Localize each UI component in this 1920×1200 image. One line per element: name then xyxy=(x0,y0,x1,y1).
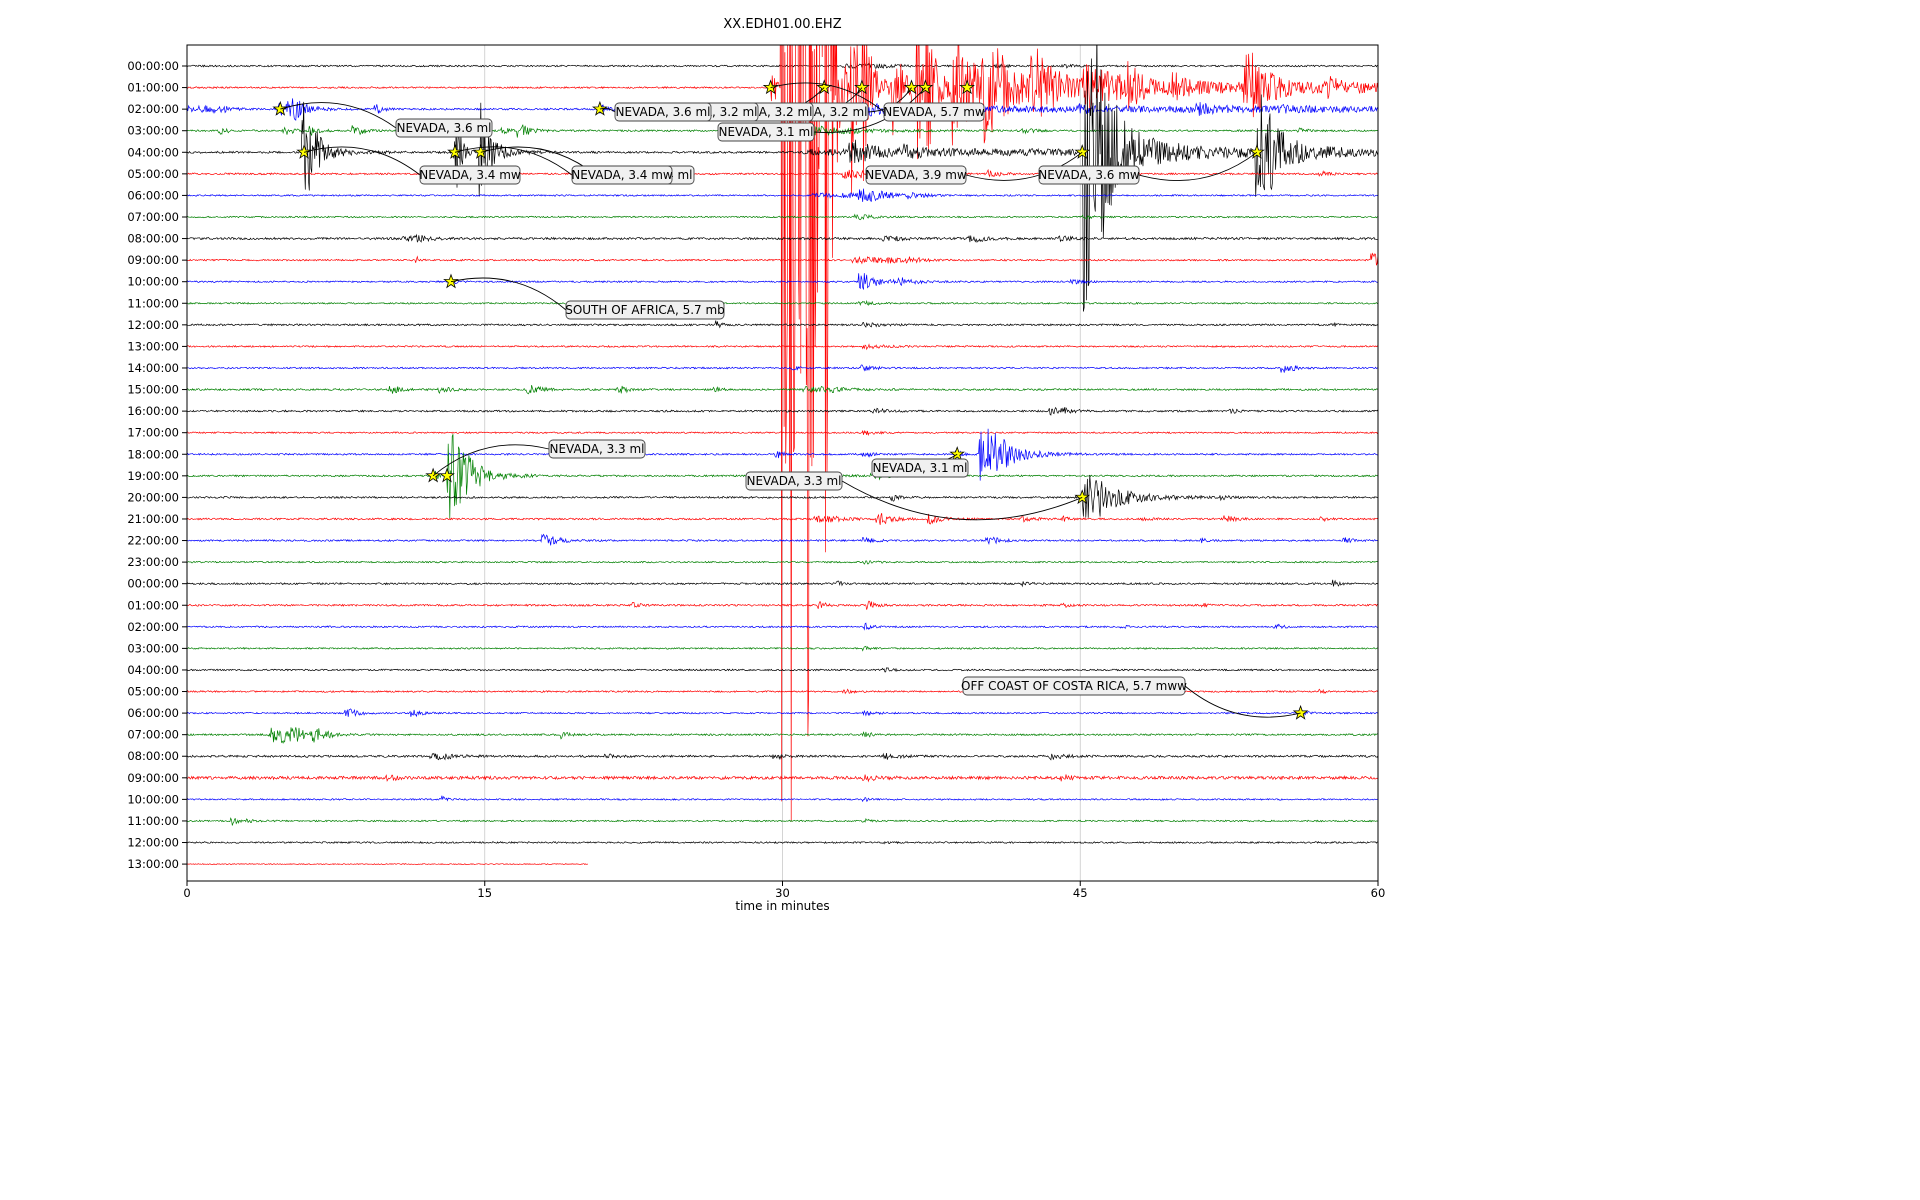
y-tick-label: 20:00:00 xyxy=(127,490,179,504)
x-tick-label: 30 xyxy=(775,886,790,900)
y-tick-label: 13:00:00 xyxy=(127,857,179,871)
y-tick-label: 02:00:00 xyxy=(127,102,179,116)
y-tick-label: 06:00:00 xyxy=(127,706,179,720)
annotation-connector xyxy=(841,480,1083,521)
y-tick-label: 19:00:00 xyxy=(127,469,179,483)
y-tick-label: 11:00:00 xyxy=(127,296,179,310)
y-tick-label: 01:00:00 xyxy=(127,81,179,95)
y-tick-label: 12:00:00 xyxy=(127,318,179,332)
annotation-label: NEVADA, 5.7 mw xyxy=(883,105,985,119)
annotation-label: NEVADA, 3.4 mw xyxy=(419,168,521,182)
y-tick-label: 16:00:00 xyxy=(127,404,179,418)
y-tick-label: 05:00:00 xyxy=(127,167,179,181)
annotation-label: NEVADA, 3.1 ml xyxy=(719,125,814,139)
y-tick-label: 01:00:00 xyxy=(127,598,179,612)
y-tick-label: 02:00:00 xyxy=(127,620,179,634)
y-tick-label: 10:00:00 xyxy=(127,792,179,806)
y-tick-label: 03:00:00 xyxy=(127,124,179,138)
annotation-label: NEVADA, 3.3 ml xyxy=(747,474,842,488)
y-tick-label: 04:00:00 xyxy=(127,663,179,677)
annotation-label: SOUTH OF AFRICA, 5.7 mb xyxy=(565,303,725,317)
event-star-marker xyxy=(903,79,920,95)
y-tick-label: 04:00:00 xyxy=(127,145,179,159)
annotation-label: NEVADA, 3.6 mw xyxy=(1038,168,1140,182)
annotation-label: NEVADA, 3.4 mw xyxy=(571,168,673,182)
event-star-marker xyxy=(272,100,289,116)
y-tick-label: 07:00:00 xyxy=(127,728,179,742)
helicorder-plot: 0 15 30 45 60 00:00:00 01:00:00 02:00:00 03:00:0… xyxy=(127,44,1386,900)
x-axis-label: time in minutes xyxy=(735,899,830,913)
y-tick-label: 00:00:00 xyxy=(127,59,179,73)
annotation-label: NEVADA, 3.1 ml xyxy=(873,461,968,475)
x-tick-label: 15 xyxy=(477,886,492,900)
y-tick-label: 13:00:00 xyxy=(127,339,179,353)
annotation-label: NEVADA, 3.3 ml xyxy=(550,442,645,456)
y-tick-label: 07:00:00 xyxy=(127,210,179,224)
event-star-marker xyxy=(1292,704,1309,720)
y-tick-label: 11:00:00 xyxy=(127,814,179,828)
event-star-marker xyxy=(425,467,441,483)
y-tick-label: 14:00:00 xyxy=(127,361,179,375)
y-tick-label: 18:00:00 xyxy=(127,447,179,461)
annotation-label: NEVADA, 3.6 ml xyxy=(616,105,711,119)
seismogram-figure: XX.EDH01.00.EHZ 0 15 30 45 60 00:00:00 01:00:0… xyxy=(0,0,1920,1200)
annotation-label: NEVADA, 3.9 mw xyxy=(865,168,967,182)
y-tick-label: 09:00:00 xyxy=(127,253,179,267)
x-tick-label: 0 xyxy=(183,886,190,900)
y-tick-label: 00:00:00 xyxy=(127,577,179,591)
annotation-label: NEVADA, 3.6 ml xyxy=(397,121,492,135)
y-tick-label: 08:00:00 xyxy=(127,749,179,763)
x-tick-label: 60 xyxy=(1371,886,1386,900)
trace-row-37 xyxy=(187,863,589,865)
y-tick-label: 03:00:00 xyxy=(127,641,179,655)
y-tick-label: 17:00:00 xyxy=(127,426,179,440)
x-tick-label: 45 xyxy=(1073,886,1088,900)
annotation-connector xyxy=(450,277,567,311)
y-tick-label: 10:00:00 xyxy=(127,275,179,289)
y-tick-label: 09:00:00 xyxy=(127,771,179,785)
annotation-connector xyxy=(303,146,421,176)
y-tick-label: 08:00:00 xyxy=(127,232,179,246)
y-tick-label: 21:00:00 xyxy=(127,512,179,526)
y-tick-label: 15:00:00 xyxy=(127,383,179,397)
y-tick-label: 12:00:00 xyxy=(127,836,179,850)
annotation-label: OFF COAST OF COSTA RICA, 5.7 mww xyxy=(961,679,1187,693)
y-tick-label: 23:00:00 xyxy=(127,555,179,569)
y-tick-label: 05:00:00 xyxy=(127,685,179,699)
y-tick-label: 22:00:00 xyxy=(127,534,179,548)
y-tick-label: 06:00:00 xyxy=(127,188,179,202)
event-star-marker xyxy=(949,446,965,461)
